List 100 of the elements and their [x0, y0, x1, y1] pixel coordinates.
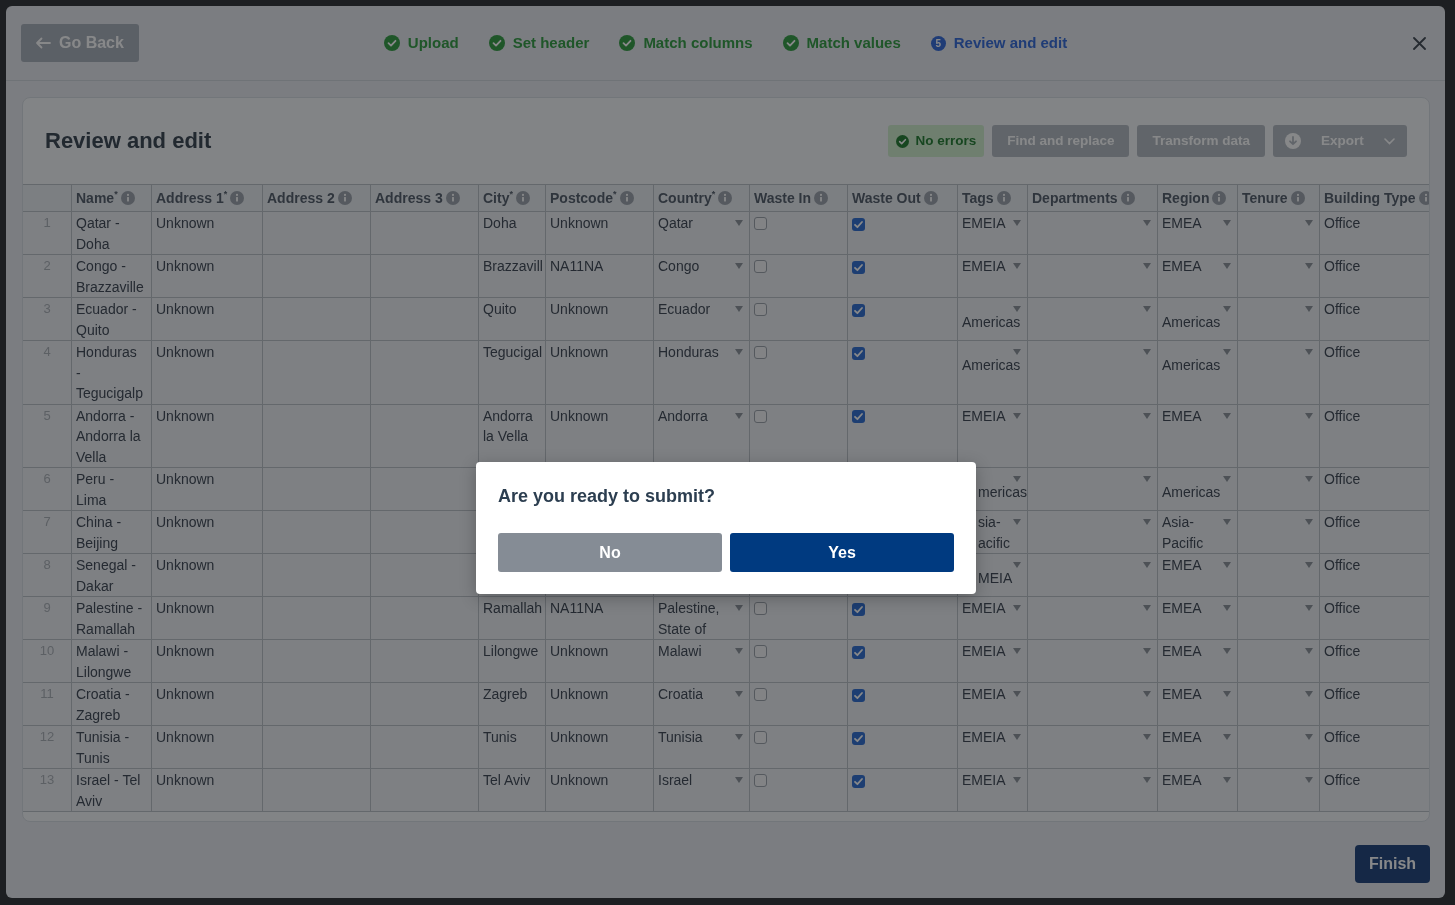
dropdown-field[interactable] — [1238, 255, 1320, 298]
dropdown-field[interactable] — [1238, 511, 1320, 554]
dropdown-field[interactable] — [1028, 212, 1158, 255]
checkbox[interactable] — [852, 410, 865, 424]
info-icon — [1120, 191, 1135, 205]
checkbox[interactable] — [754, 688, 767, 701]
dropdown-field[interactable] — [1238, 298, 1320, 341]
dropdown-field[interactable]: EMEA — [1158, 683, 1238, 726]
checkbox[interactable] — [852, 217, 865, 231]
dropdown-field[interactable] — [1238, 212, 1320, 255]
dropdown-field[interactable]: Asia-Pacific — [1158, 511, 1238, 554]
dropdown-field[interactable]: Congo — [654, 255, 750, 298]
caret-icon — [735, 349, 743, 355]
caret-icon — [1305, 562, 1313, 568]
table-cell: Unknown — [152, 511, 263, 554]
dropdown-field[interactable]: Malawi — [654, 640, 750, 683]
caret-icon — [1143, 648, 1151, 654]
dropdown-field[interactable]: Americas — [958, 341, 1028, 405]
dropdown-field[interactable]: EMEA — [1158, 554, 1238, 597]
table-cell: Office — [1320, 683, 1429, 726]
checkbox[interactable] — [754, 217, 767, 230]
dropdown-field[interactable] — [1238, 341, 1320, 405]
table-cell: Congo - Brazzaville — [72, 255, 152, 298]
dropdown-field[interactable]: Americas — [1158, 468, 1238, 511]
checkbox[interactable] — [754, 303, 767, 316]
checkbox[interactable] — [852, 645, 865, 659]
dropdown-field[interactable] — [1028, 341, 1158, 405]
dropdown-field[interactable]: EMEIA — [958, 683, 1028, 726]
dropdown-field[interactable] — [1028, 597, 1158, 640]
dropdown-field[interactable]: EMEIA — [958, 769, 1028, 812]
dropdown-field[interactable]: Croatia — [654, 683, 750, 726]
dropdown-field[interactable]: EMEA — [1158, 212, 1238, 255]
dropdown-field[interactable] — [1238, 683, 1320, 726]
dropdown-field[interactable] — [1028, 726, 1158, 769]
caret-icon — [1223, 519, 1231, 525]
dropdown-field[interactable] — [1238, 404, 1320, 468]
dropdown-field[interactable] — [1238, 726, 1320, 769]
caret-icon — [1223, 220, 1231, 226]
dropdown-field[interactable]: Palestine, State of — [654, 597, 750, 640]
dropdown-field[interactable]: Qatar — [654, 212, 750, 255]
info-icon — [718, 191, 733, 205]
dropdown-field[interactable]: EMEA — [1158, 255, 1238, 298]
table-cell: Doha — [479, 212, 546, 255]
step-label: Set header — [512, 32, 590, 53]
table-cell: Tel Aviv — [479, 769, 546, 812]
dropdown-field[interactable] — [1028, 511, 1158, 554]
dropdown-field[interactable] — [1028, 255, 1158, 298]
dropdown-field[interactable] — [1028, 683, 1158, 726]
table-cell: Office — [1320, 597, 1429, 640]
dropdown-field[interactable] — [1028, 298, 1158, 341]
dropdown-field[interactable]: EMEA — [1158, 726, 1238, 769]
caret-icon — [1143, 691, 1151, 697]
finish-button[interactable]: Finish — [1355, 845, 1430, 883]
dropdown-field[interactable] — [1028, 404, 1158, 468]
checkbox[interactable] — [754, 260, 767, 273]
dropdown-field[interactable]: EMEIA — [958, 640, 1028, 683]
dropdown-field[interactable]: Americas — [1158, 298, 1238, 341]
dropdown-field[interactable]: Americas — [958, 298, 1028, 341]
checkbox[interactable] — [852, 688, 865, 702]
dropdown-field[interactable] — [1028, 468, 1158, 511]
dropdown-field[interactable] — [1238, 769, 1320, 812]
checkbox[interactable] — [852, 602, 865, 616]
dropdown-field[interactable]: EMEIA — [958, 404, 1028, 468]
dropdown-field[interactable]: Honduras — [654, 341, 750, 405]
dropdown-field[interactable]: EMEIA — [958, 597, 1028, 640]
dropdown-field[interactable] — [1238, 554, 1320, 597]
dropdown-field[interactable]: Tunisia — [654, 726, 750, 769]
dropdown-field[interactable]: EMEA — [1158, 597, 1238, 640]
checkbox[interactable] — [754, 602, 767, 615]
dropdown-field[interactable]: EMEIA — [958, 212, 1028, 255]
dropdown-field[interactable]: EMEIA — [958, 726, 1028, 769]
dropdown-field[interactable]: EMEIA — [958, 255, 1028, 298]
dropdown-field[interactable]: Americas — [1158, 341, 1238, 405]
confirm-button[interactable]: Yes — [730, 533, 954, 572]
caret-icon — [1143, 476, 1151, 482]
checkbox[interactable] — [754, 645, 767, 658]
dropdown-field[interactable] — [1238, 468, 1320, 511]
dropdown-field[interactable]: EMEA — [1158, 404, 1238, 468]
dropdown-field[interactable] — [1028, 554, 1158, 597]
info-icon — [923, 191, 938, 205]
table-cell: Unknown — [546, 341, 654, 405]
checkbox[interactable] — [754, 731, 767, 744]
dropdown-field[interactable]: EMEA — [1158, 640, 1238, 683]
table-cell: Palestine - Ramallah — [72, 597, 152, 640]
checkbox[interactable] — [754, 346, 767, 359]
dropdown-field[interactable]: Israel — [654, 769, 750, 812]
dropdown-field[interactable] — [1028, 769, 1158, 812]
cancel-button[interactable]: No — [498, 533, 722, 572]
dropdown-field[interactable] — [1028, 640, 1158, 683]
checkbox[interactable] — [852, 260, 865, 274]
checkbox[interactable] — [754, 409, 767, 423]
dropdown-field[interactable]: Ecuador — [654, 298, 750, 341]
dropdown-field[interactable] — [1238, 640, 1320, 683]
checkbox[interactable] — [852, 774, 865, 788]
checkbox[interactable] — [852, 731, 865, 745]
dropdown-field[interactable]: EMEA — [1158, 769, 1238, 812]
checkbox[interactable] — [754, 774, 767, 787]
checkbox[interactable] — [852, 303, 865, 317]
dropdown-field[interactable] — [1238, 597, 1320, 640]
checkbox[interactable] — [852, 346, 865, 360]
